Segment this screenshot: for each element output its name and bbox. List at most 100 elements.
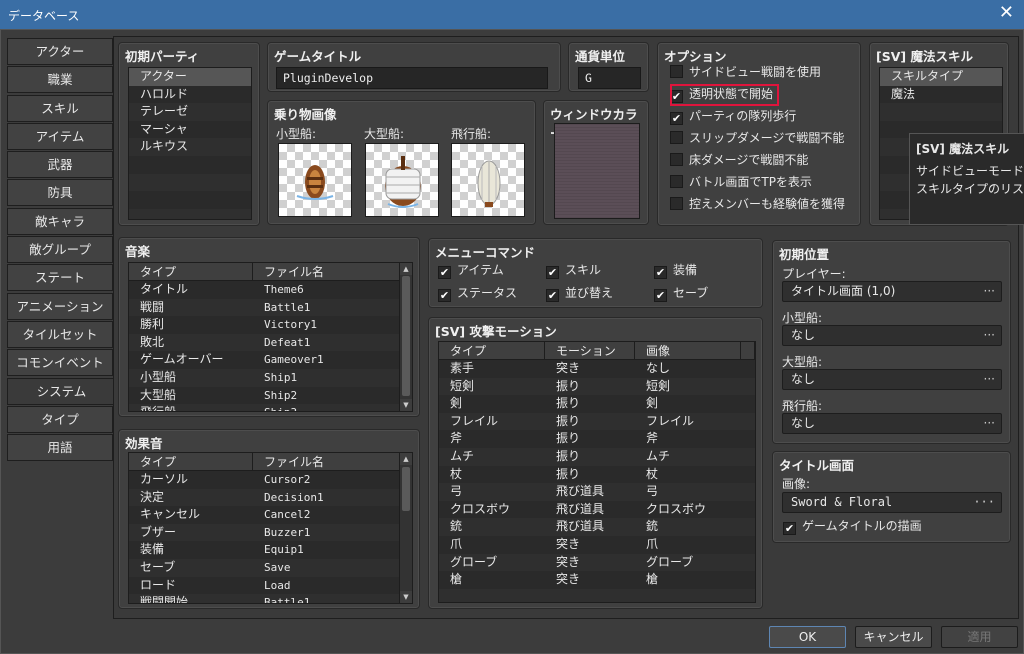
menu-command-checkbox[interactable]: ✔ セーブ [654, 284, 708, 303]
player-position-select[interactable]: タイトル画面 (1,0) ··· [782, 281, 1002, 302]
window-color-preview[interactable] [554, 123, 640, 219]
list-item[interactable] [129, 174, 251, 192]
table-row[interactable]: 銃 飛び道具 銃 [439, 518, 755, 536]
option-checkbox[interactable]: 床ダメージで戦闘不能 [670, 151, 808, 170]
party-list[interactable]: アクター ハロルド テレーゼ マーシャ ルキウス [128, 67, 252, 220]
table-row[interactable]: 決定 Decision1 [129, 489, 412, 507]
column-header[interactable]: モーション [545, 342, 635, 359]
scrollbar[interactable]: ▲ ▼ [399, 263, 412, 411]
menu-command-checkbox[interactable]: ✔ アイテム [438, 261, 504, 280]
table-row[interactable]: 飛行船Ship3 [129, 404, 412, 411]
airship-image[interactable] [451, 143, 525, 217]
boat-image[interactable] [278, 143, 352, 217]
tab-敵キャラ[interactable]: 敵キャラ [7, 207, 113, 235]
airship-position-select[interactable]: なし ··· [782, 413, 1002, 434]
column-header[interactable]: タイプ [129, 453, 253, 470]
tab-防具[interactable]: 防具 [7, 179, 113, 207]
list-item[interactable]: 魔法 [880, 85, 1002, 104]
cancel-button[interactable]: キャンセル [855, 626, 932, 648]
column-header[interactable]: ファイル名 [253, 263, 401, 280]
apply-button[interactable]: 適用 [941, 626, 1018, 648]
table-row[interactable]: 弓 飛び道具 弓 [439, 483, 755, 501]
table-row[interactable]: 爪 突き 爪 [439, 535, 755, 554]
scroll-up-icon[interactable]: ▲ [400, 453, 412, 465]
tab-アニメーション[interactable]: アニメーション [7, 292, 113, 320]
list-item[interactable] [129, 155, 251, 174]
ship-image[interactable] [365, 143, 439, 217]
game-title-input[interactable]: PluginDevelop [276, 67, 548, 89]
tab-職業[interactable]: 職業 [7, 66, 113, 94]
option-checkbox[interactable]: ✔ パーティの隊列歩行 [670, 107, 796, 126]
table-row[interactable]: キャンセル Cancel2 [129, 506, 412, 524]
table-row[interactable]: 杖 振り 杖 [439, 465, 755, 484]
list-item[interactable] [880, 103, 1002, 121]
option-checkbox[interactable]: スリップダメージで戦闘不能 [670, 129, 844, 148]
scroll-up-icon[interactable]: ▲ [400, 263, 412, 275]
column-header[interactable]: ファイル名 [253, 453, 401, 470]
list-item[interactable]: スキルタイプ [880, 68, 1002, 86]
table-row[interactable]: 敗北 Defeat1 [129, 334, 412, 352]
scrollbar[interactable]: ▲ ▼ [399, 453, 412, 603]
column-header[interactable]: タイプ [439, 342, 545, 359]
table-row[interactable]: セーブ Save [129, 559, 412, 577]
table-row[interactable]: ムチ 振り ムチ [439, 448, 755, 466]
scroll-thumb[interactable] [402, 276, 410, 396]
table-row[interactable]: 槍 突き 槍 [439, 571, 755, 589]
table-row[interactable]: 短剣 振り 短剣 [439, 378, 755, 396]
tab-武器[interactable]: 武器 [7, 151, 113, 179]
menu-command-checkbox[interactable]: ✔ 並び替え [546, 284, 613, 303]
tab-タイプ[interactable]: タイプ [7, 405, 113, 433]
table-row[interactable]: カーソル Cursor2 [129, 471, 412, 489]
table-row[interactable]: グローブ 突き グローブ [439, 554, 755, 572]
tab-タイルセット[interactable]: タイルセット [7, 320, 113, 348]
list-item[interactable]: アクター [129, 68, 251, 86]
close-icon[interactable]: ✕ [999, 3, 1014, 23]
option-checkbox[interactable]: バトル画面でTPを表示 [670, 173, 812, 192]
table-row[interactable]: 勝利 Victory1 [129, 316, 412, 334]
table-row[interactable]: ロード Load [129, 576, 412, 595]
column-header[interactable]: 画像 [635, 342, 741, 359]
tab-アイテム[interactable]: アイテム [7, 122, 113, 150]
boat-position-select[interactable]: なし ··· [782, 325, 1002, 346]
tab-用語[interactable]: 用語 [7, 434, 113, 462]
tab-敵グループ[interactable]: 敵グループ [7, 236, 113, 264]
list-item[interactable]: テレーゼ [129, 103, 251, 121]
tab-スキル[interactable]: スキル [7, 94, 113, 122]
scroll-down-icon[interactable]: ▼ [400, 591, 412, 603]
table-row[interactable]: 小型船 Ship1 [129, 369, 412, 387]
table-row[interactable]: フレイル 振り フレイル [439, 413, 755, 431]
ship-position-select[interactable]: なし ··· [782, 369, 1002, 390]
tab-ステート[interactable]: ステート [7, 264, 113, 292]
table-row[interactable]: 素手 突き なし [439, 360, 755, 378]
currency-input[interactable]: G [578, 67, 641, 89]
list-item[interactable]: ルキウス [129, 138, 251, 156]
list-item[interactable]: ハロルド [129, 85, 251, 104]
table-row[interactable]: ゲームオーバー Gameover1 [129, 351, 412, 369]
table-row[interactable]: 戦闘開始 Battle1 [129, 594, 412, 603]
scroll-down-icon[interactable]: ▼ [400, 399, 412, 411]
list-item[interactable]: マーシャ [129, 120, 251, 139]
table-row[interactable]: 斧 振り 斧 [439, 430, 755, 448]
option-checkbox[interactable]: 控えメンバーも経験値を獲得 [670, 195, 845, 214]
title-image-select[interactable]: Sword & Floral ··· [782, 492, 1002, 513]
table-row[interactable]: 戦闘 Battle1 [129, 299, 412, 317]
attack-motion-table[interactable]: タイプ モーション 画像 素手 突き なし 短剣 振り 短剣剣振り剣フレイル 振り フレイル斧振り斧… [438, 341, 756, 603]
ok-button[interactable]: OK [769, 626, 846, 648]
sfx-table[interactable]: タイプ ファイル名 カーソル Cursor2 決定 Decision1 キャンセル Cance… [128, 452, 413, 604]
menu-command-checkbox[interactable]: ✔ ステータス [438, 284, 517, 303]
option-checkbox[interactable]: サイドビュー戦闘を使用 [670, 63, 821, 82]
draw-game-title-checkbox[interactable]: ✔ ゲームタイトルの描画 [783, 517, 922, 536]
table-row[interactable]: 大型船 Ship2 [129, 386, 412, 405]
tab-アクター[interactable]: アクター [7, 38, 113, 65]
table-row[interactable]: クロスボウ 飛び道具 クロスボウ [439, 500, 755, 519]
tab-システム[interactable]: システム [7, 377, 115, 405]
menu-command-checkbox[interactable]: ✔ 装備 [654, 261, 697, 280]
tab-コモンイベント[interactable]: コモンイベント [7, 349, 113, 377]
music-table[interactable]: タイプ ファイル名 タイトル Theme6 戦闘 Battle1 勝利 Victory1 敗北 D… [128, 262, 413, 412]
table-row[interactable]: タイトル Theme6 [129, 281, 412, 299]
scroll-thumb[interactable] [402, 467, 410, 511]
table-row[interactable]: 装備 Equip1 [129, 541, 412, 559]
column-header[interactable]: タイプ [129, 263, 253, 280]
list-item[interactable] [129, 191, 251, 209]
table-row[interactable]: ブザー Buzzer1 [129, 524, 412, 542]
